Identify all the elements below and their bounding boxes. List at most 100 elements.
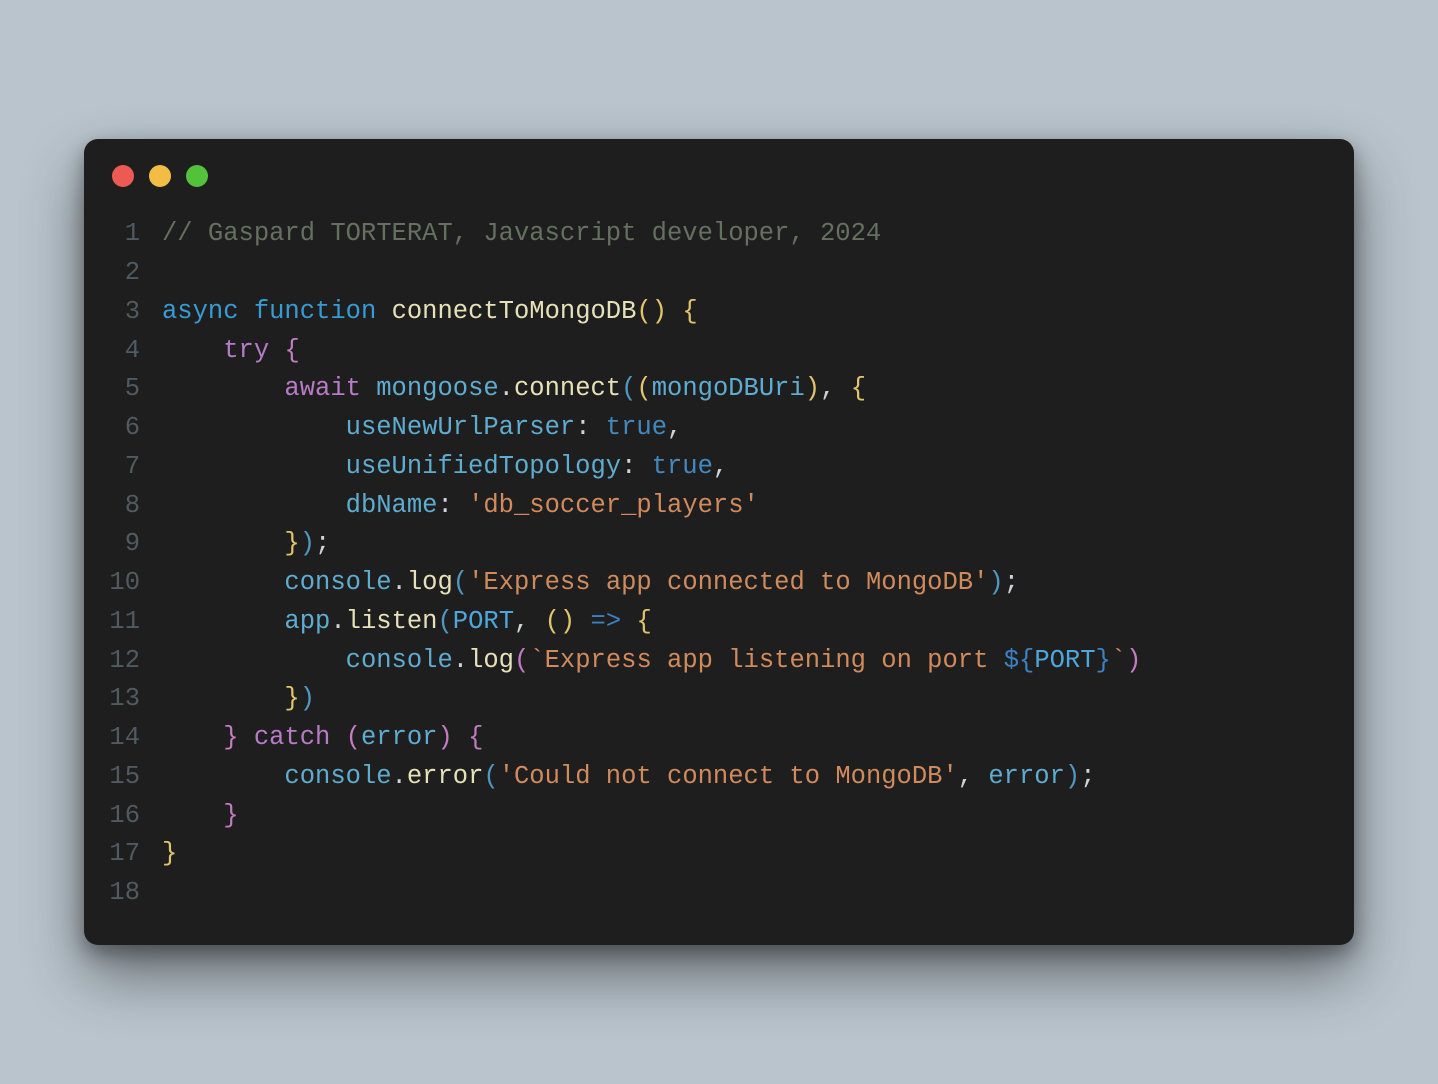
code-line: 5 await mongoose.connect((mongoDBUri), { — [106, 370, 1324, 409]
code-line: 16 } — [106, 797, 1324, 836]
code-brace: { — [667, 297, 698, 326]
code-punct: () — [636, 297, 667, 326]
code-brace: { — [453, 723, 484, 752]
code-line: 14 } catch (error) { — [106, 719, 1324, 758]
code-identifier: error — [988, 762, 1065, 791]
code-line: 6 useNewUrlParser: true, — [106, 409, 1324, 448]
code-function-name: connectToMongoDB — [392, 297, 637, 326]
code-punct: ( — [453, 568, 468, 597]
code-punct: ) — [805, 374, 820, 403]
code-string: 'db_soccer_players' — [468, 491, 759, 520]
code-literal: true — [652, 452, 713, 481]
code-keyword: async — [162, 297, 239, 326]
code-string: 'Express app connected to MongoDB' — [468, 568, 988, 597]
code-line: 1 // Gaspard TORTERAT, Javascript develo… — [106, 215, 1324, 254]
code-string: 'Could not connect to MongoDB' — [499, 762, 958, 791]
line-number: 14 — [106, 719, 162, 758]
code-identifier: console — [284, 568, 391, 597]
code-method: connect — [514, 374, 621, 403]
code-brace: } — [162, 839, 177, 868]
code-punct: ( — [621, 374, 636, 403]
code-string: ` — [529, 646, 544, 675]
code-identifier: console — [346, 646, 453, 675]
zoom-icon[interactable] — [186, 165, 208, 187]
line-number: 6 — [106, 409, 162, 448]
code-method: log — [407, 568, 453, 597]
code-punct: ( — [636, 374, 651, 403]
code-punct: ) — [300, 529, 315, 558]
code-punct: ; — [1080, 762, 1095, 791]
line-number: 12 — [106, 642, 162, 681]
code-punct: ( — [514, 646, 529, 675]
line-number: 4 — [106, 332, 162, 371]
line-number: 8 — [106, 487, 162, 526]
code-identifier: console — [284, 762, 391, 791]
code-window: 1 // Gaspard TORTERAT, Javascript develo… — [84, 139, 1354, 945]
line-number: 13 — [106, 680, 162, 719]
line-number: 16 — [106, 797, 162, 836]
line-number: 7 — [106, 448, 162, 487]
code-key: useNewUrlParser — [346, 413, 576, 442]
minimize-icon[interactable] — [149, 165, 171, 187]
code-punct: ) — [1126, 646, 1141, 675]
code-punct: ) — [988, 568, 1003, 597]
code-line: 18 — [106, 874, 1324, 913]
code-line: 10 console.log('Express app connected to… — [106, 564, 1324, 603]
code-arrow: => — [575, 607, 636, 636]
line-number: 1 — [106, 215, 162, 254]
code-punct: ( — [437, 607, 452, 636]
code-line: 17 } — [106, 835, 1324, 874]
close-icon[interactable] — [112, 165, 134, 187]
code-punct: ( — [330, 723, 361, 752]
code-key: useUnifiedTopology — [346, 452, 621, 481]
code-line: 13 }) — [106, 680, 1324, 719]
code-punct: () — [545, 607, 576, 636]
code-brace: { — [851, 374, 866, 403]
code-punct: ( — [483, 762, 498, 791]
line-number: 17 — [106, 835, 162, 874]
code-brace: { — [269, 336, 300, 365]
window-controls — [106, 165, 1324, 187]
code-string: ` — [1111, 646, 1126, 675]
code-comment: // Gaspard TORTERAT, Javascript develope… — [162, 219, 881, 248]
code-line: 15 console.error('Could not connect to M… — [106, 758, 1324, 797]
code-punct: ; — [1004, 568, 1019, 597]
line-number: 11 — [106, 603, 162, 642]
code-line: 4 try { — [106, 332, 1324, 371]
line-number: 18 — [106, 874, 162, 913]
code-identifier: PORT — [453, 607, 514, 636]
line-number: 15 — [106, 758, 162, 797]
code-brace: } — [284, 684, 299, 713]
code-identifier: error — [361, 723, 438, 752]
code-template-close: } — [1096, 646, 1111, 675]
code-punct: ) — [437, 723, 452, 752]
code-line: 2 — [106, 254, 1324, 293]
code-punct: , — [820, 374, 851, 403]
line-number: 2 — [106, 254, 162, 293]
code-literal: true — [606, 413, 667, 442]
line-number: 5 — [106, 370, 162, 409]
code-line: 8 dbName: 'db_soccer_players' — [106, 487, 1324, 526]
line-number: 10 — [106, 564, 162, 603]
code-keyword: try — [223, 336, 269, 365]
code-string: Express app listening on port — [545, 646, 1004, 675]
code-block: 1 // Gaspard TORTERAT, Javascript develo… — [106, 215, 1324, 913]
code-template-open: ${ — [1004, 646, 1035, 675]
code-punct: ; — [315, 529, 330, 558]
line-number: 3 — [106, 293, 162, 332]
code-identifier: PORT — [1034, 646, 1095, 675]
code-keyword: catch — [254, 723, 331, 752]
code-line: 7 useUnifiedTopology: true, — [106, 448, 1324, 487]
code-key: dbName — [346, 491, 438, 520]
code-brace: } — [223, 801, 238, 830]
code-line: 11 app.listen(PORT, () => { — [106, 603, 1324, 642]
code-punct: ) — [1065, 762, 1080, 791]
code-line: 3 async function connectToMongoDB() { — [106, 293, 1324, 332]
code-line: 9 }); — [106, 525, 1324, 564]
code-method: log — [468, 646, 514, 675]
code-brace: { — [636, 607, 651, 636]
code-line: 12 console.log(`Express app listening on… — [106, 642, 1324, 681]
code-identifier: app — [284, 607, 330, 636]
code-brace: } — [223, 723, 238, 752]
code-keyword: function — [254, 297, 376, 326]
